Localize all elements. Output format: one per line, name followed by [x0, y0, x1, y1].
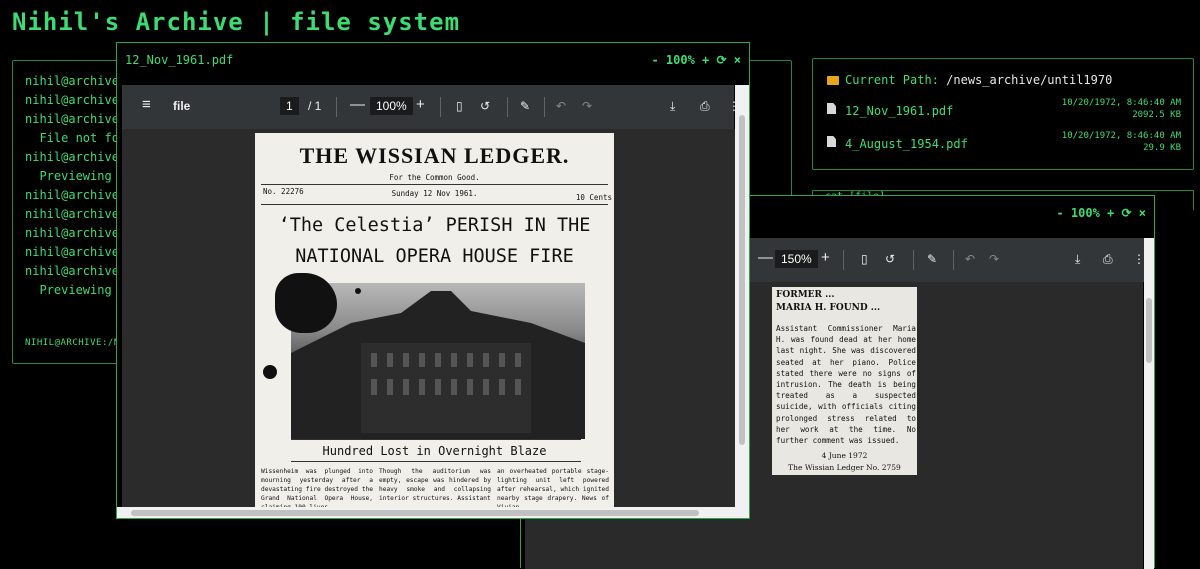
download-icon[interactable]: ⤓: [1075, 252, 1080, 267]
separator: [913, 250, 914, 270]
scrollbar-thumb[interactable]: [131, 510, 699, 516]
zoom-out-button[interactable]: —: [350, 96, 365, 113]
file-name[interactable]: 4_August_1954.pdf: [845, 137, 968, 151]
app-title: Nihil's Archive | file system: [12, 8, 461, 36]
terminal-line: nihil@archive: [25, 264, 119, 278]
file-meta: 10/20/1972, 8:46:40 AM 29.9 KB: [1062, 130, 1181, 154]
zoom-level[interactable]: 150%: [775, 250, 818, 268]
article-column: Wissenheim was plunged into mourning yes…: [261, 468, 373, 507]
tagline: For the Common Good.: [389, 173, 480, 182]
print-icon[interactable]: ⎙: [1103, 252, 1113, 267]
window-controls[interactable]: - 100% + ⟳ ×: [1056, 206, 1146, 220]
terminal-line: File not fo: [25, 131, 119, 145]
scrollbar-thumb[interactable]: [1146, 298, 1152, 363]
window-title: 12_Nov_1961.pdf: [125, 53, 234, 67]
path-value: /news_archive/until1970: [946, 73, 1113, 87]
ink-splatter: [355, 288, 361, 294]
menu-icon[interactable]: ≡: [142, 96, 151, 113]
window-header: 12_Nov_1961.pdf - 100% + ⟳ ×: [117, 43, 749, 79]
clipping-source: The Wissian Ledger No. 2759: [788, 463, 901, 472]
current-path: Current Path: /news_archive/until1970: [827, 73, 1112, 87]
download-icon[interactable]: ⤓: [670, 99, 675, 114]
fit-page-icon[interactable]: ▯: [456, 99, 463, 113]
clipping-page: FORMER ... MARIA H. FOUND ... Assistant …: [772, 287, 917, 475]
terminal-line: nihil@archive: [25, 226, 119, 240]
file-explorer: Current Path: /news_archive/until1970 12…: [812, 58, 1194, 170]
issue-price: 10 Cents: [575, 193, 612, 202]
separator: [544, 97, 545, 117]
file-icon: [827, 136, 836, 147]
file-icon: [827, 103, 836, 114]
scrollbar-horizontal[interactable]: [117, 507, 749, 518]
clipping-date: 4 June 1972: [821, 451, 868, 460]
clipping-heading: MARIA H. FOUND ...: [776, 303, 881, 313]
separator: [843, 250, 844, 270]
terminal-line: nihil@archive: [25, 150, 119, 164]
ink-splatter: [263, 365, 277, 379]
rule: [291, 461, 581, 462]
article-column: Though the auditorium was empty, escape …: [379, 468, 491, 502]
file-item[interactable]: 4_August_1954.pdf 10/20/1972, 8:46:40 AM…: [827, 130, 1181, 158]
redo-icon[interactable]: ↷: [989, 252, 999, 266]
terminal-line: nihil@archive: [25, 74, 119, 88]
file-size: 29.9 KB: [1143, 143, 1181, 153]
path-label: Current Path:: [845, 73, 939, 87]
rotate-icon[interactable]: ↺: [480, 99, 490, 113]
terminal-line: nihil@archive: [25, 207, 119, 221]
article-column: an overheated portable stage-lighting un…: [497, 468, 609, 507]
pdf-viewer-window: 12_Nov_1961.pdf - 100% + ⟳ × ≡ file 1 / …: [116, 42, 750, 519]
terminal-line: nihil@archive: [25, 112, 119, 126]
newspaper-page: THE WISSIAN LEDGER. For the Common Good.…: [255, 133, 614, 507]
terminal-line: Previewing: [25, 169, 112, 183]
print-icon[interactable]: ⎙: [700, 99, 710, 114]
separator: [953, 250, 954, 270]
headline: NATIONAL OPERA HOUSE FIRE: [295, 246, 574, 267]
pdf-toolbar: ≡ file 1 / 1 — 100% + ▯ ↺ ✎ ↶ ↷ ⤓ ⎙ ⋮: [122, 85, 740, 129]
scrollbar-vertical[interactable]: [735, 85, 749, 507]
annotate-icon[interactable]: ✎: [927, 252, 937, 266]
terminal-line: nihil@archive: [25, 245, 119, 259]
pdf-canvas: THE WISSIAN LEDGER. For the Common Good.…: [122, 129, 735, 507]
scrollbar[interactable]: [1144, 238, 1154, 569]
ink-splatter: [275, 273, 337, 333]
zoom-level[interactable]: 100%: [370, 97, 413, 115]
file-name[interactable]: 12_Nov_1961.pdf: [845, 104, 953, 118]
scrollbar-thumb[interactable]: [739, 115, 745, 445]
file-size: 2092.5 KB: [1132, 110, 1181, 120]
folder-icon: [827, 76, 839, 85]
issue-date: Sunday 12 Nov 1961.: [391, 189, 478, 198]
rotate-icon[interactable]: ↺: [885, 252, 895, 266]
doc-name: file: [173, 99, 191, 113]
terminal-line: Previewing: [25, 283, 112, 297]
zoom-in-button[interactable]: +: [416, 96, 425, 113]
clipping-heading: FORMER ...: [776, 290, 835, 300]
zoom-out-button[interactable]: —: [758, 249, 773, 266]
rule: [261, 184, 608, 185]
file-meta: 10/20/1972, 8:46:40 AM 2092.5 KB: [1062, 97, 1181, 121]
rule: [291, 439, 581, 440]
file-date: 10/20/1972, 8:46:40 AM: [1061, 131, 1181, 141]
window-controls[interactable]: - 100% + ⟳ ×: [651, 53, 741, 67]
zoom-in-button[interactable]: +: [821, 249, 830, 266]
clipping-body: Assistant Commissioner Maria H. was foun…: [776, 324, 916, 446]
page-number-input[interactable]: 1: [280, 97, 299, 115]
terminal-line: nihil@archive: [25, 93, 119, 107]
rule: [261, 204, 608, 205]
separator: [507, 97, 508, 117]
file-date: 10/20/1972, 8:46:40 AM: [1061, 98, 1181, 108]
separator: [440, 97, 441, 117]
separator: [336, 97, 337, 117]
terminal-prompt[interactable]: NIHIL@ARCHIVE:/NE: [25, 338, 126, 348]
headline: ‘The Celestia’ PERISH IN THE: [278, 215, 591, 236]
terminal-line: nihil@archive: [25, 188, 119, 202]
redo-icon[interactable]: ↷: [582, 99, 592, 113]
undo-icon[interactable]: ↶: [965, 252, 975, 266]
fit-page-icon[interactable]: ▯: [861, 252, 868, 266]
subheadline: Hundred Lost in Overnight Blaze: [322, 444, 547, 458]
undo-icon[interactable]: ↶: [556, 99, 566, 113]
masthead: THE WISSIAN LEDGER.: [299, 143, 570, 168]
file-item[interactable]: 12_Nov_1961.pdf 10/20/1972, 8:46:40 AM 2…: [827, 97, 1181, 125]
annotate-icon[interactable]: ✎: [520, 99, 530, 113]
page-total: / 1: [308, 99, 322, 113]
